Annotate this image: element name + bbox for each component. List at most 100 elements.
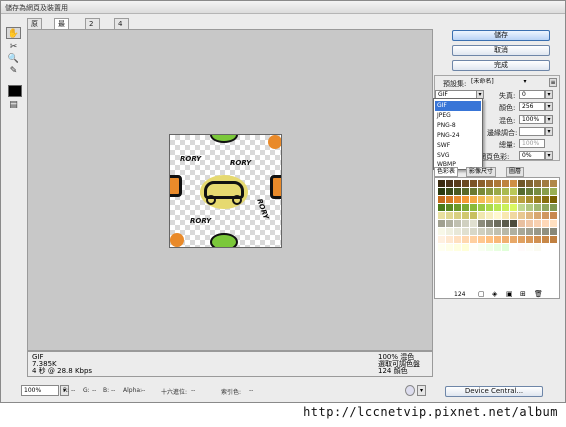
color-table-swatch[interactable] (510, 244, 517, 251)
new-color-icon[interactable]: ⊞ (520, 290, 526, 298)
color-table-swatch[interactable] (438, 220, 445, 227)
color-table-swatch[interactable] (446, 196, 453, 203)
color-table-swatch[interactable] (518, 228, 525, 235)
color-table-swatch[interactable] (486, 228, 493, 235)
color-table-swatch[interactable] (454, 220, 461, 227)
color-table-swatch[interactable] (494, 220, 501, 227)
color-table-swatch[interactable] (494, 188, 501, 195)
color-table-swatch[interactable] (494, 212, 501, 219)
color-table-swatch[interactable] (478, 228, 485, 235)
color-table-swatch[interactable] (470, 180, 477, 187)
color-table-swatch[interactable] (542, 228, 549, 235)
color-table-swatch[interactable] (526, 244, 533, 251)
save-button[interactable]: 儲存 (452, 30, 550, 41)
color-table-swatch[interactable] (550, 204, 557, 211)
color-table-swatch[interactable] (478, 180, 485, 187)
color-table-swatch[interactable] (454, 228, 461, 235)
color-table-swatch[interactable] (462, 180, 469, 187)
color-table-swatch[interactable] (470, 196, 477, 203)
color-table-swatch[interactable] (518, 180, 525, 187)
color-table-swatch[interactable] (526, 236, 533, 243)
color-table-swatch[interactable] (550, 196, 557, 203)
color-table-swatch[interactable] (462, 220, 469, 227)
color-table-grid[interactable] (438, 180, 557, 251)
color-table-swatch[interactable] (534, 204, 541, 211)
color-table-swatch[interactable] (478, 188, 485, 195)
eyedropper-color-swatch[interactable] (8, 85, 22, 97)
web-snap-stepper-icon[interactable]: ▾ (545, 151, 553, 160)
color-table-swatch[interactable] (518, 204, 525, 211)
dither-field[interactable]: 100% (519, 115, 545, 124)
color-table-swatch[interactable] (454, 244, 461, 251)
color-table-swatch[interactable] (438, 228, 445, 235)
color-table-swatch[interactable] (542, 196, 549, 203)
tab-2-up[interactable]: 2 欄式 (85, 18, 100, 48)
color-table-swatch[interactable] (534, 220, 541, 227)
settings-menu-icon[interactable]: ≡ (549, 78, 557, 87)
color-table-swatch[interactable] (486, 220, 493, 227)
color-table-swatch[interactable] (470, 244, 477, 251)
color-table-swatch[interactable] (534, 180, 541, 187)
preset-dropdown-icon[interactable]: ▾ (521, 78, 529, 87)
color-table-swatch[interactable] (550, 180, 557, 187)
color-table-swatch[interactable] (438, 236, 445, 243)
color-table-swatch[interactable] (494, 236, 501, 243)
color-table-swatch[interactable] (486, 196, 493, 203)
color-table-swatch[interactable] (502, 220, 509, 227)
tab-color-table[interactable]: 色彩表 (434, 167, 459, 177)
delete-color-icon[interactable]: 🗑 (534, 290, 543, 298)
slice-select-tool-icon[interactable]: ✂ (6, 41, 21, 53)
color-table-swatch[interactable] (510, 228, 517, 235)
color-table-swatch[interactable] (494, 244, 501, 251)
color-table-swatch[interactable] (542, 220, 549, 227)
dither-stepper-icon[interactable]: ▾ (545, 115, 553, 124)
color-table-swatch[interactable] (534, 196, 541, 203)
format-option-swf[interactable]: SWF (435, 141, 481, 151)
color-table-swatch[interactable] (518, 236, 525, 243)
color-table-swatch[interactable] (502, 236, 509, 243)
color-table-swatch[interactable] (454, 236, 461, 243)
color-table-swatch[interactable] (526, 196, 533, 203)
color-table-swatch[interactable] (534, 236, 541, 243)
color-table-swatch[interactable] (534, 244, 541, 251)
color-table-swatch[interactable] (510, 220, 517, 227)
color-table-swatch[interactable] (526, 204, 533, 211)
matte-select[interactable] (519, 127, 545, 136)
color-table-swatch[interactable] (470, 220, 477, 227)
color-table-swatch[interactable] (502, 228, 509, 235)
color-table-swatch[interactable] (470, 188, 477, 195)
color-table-swatch[interactable] (462, 228, 469, 235)
color-table-swatch[interactable] (462, 244, 469, 251)
color-table-swatch[interactable] (542, 236, 549, 243)
color-table-swatch[interactable] (454, 188, 461, 195)
color-table-swatch[interactable] (494, 180, 501, 187)
zoom-tool-icon[interactable]: 🔍 (6, 53, 21, 65)
color-table-swatch[interactable] (526, 188, 533, 195)
color-table-swatch[interactable] (438, 180, 445, 187)
color-table-swatch[interactable] (478, 220, 485, 227)
color-table-swatch[interactable] (470, 204, 477, 211)
color-table-swatch[interactable] (510, 204, 517, 211)
color-table-swatch[interactable] (534, 188, 541, 195)
colors-dropdown-icon[interactable]: ▾ (545, 102, 553, 111)
color-table-swatch[interactable] (502, 196, 509, 203)
color-table-swatch[interactable] (470, 228, 477, 235)
cancel-button[interactable]: 取消 (452, 45, 550, 56)
color-table-swatch[interactable] (534, 212, 541, 219)
color-table-swatch[interactable] (510, 188, 517, 195)
tab-layers[interactable]: 圖層 (506, 167, 525, 177)
format-option-jpeg[interactable]: JPEG (435, 111, 481, 121)
color-table-swatch[interactable] (454, 204, 461, 211)
format-option-png24[interactable]: PNG-24 (435, 131, 481, 141)
color-table-swatch[interactable] (478, 236, 485, 243)
color-table-swatch[interactable] (526, 220, 533, 227)
color-table-swatch[interactable] (454, 212, 461, 219)
zoom-level-field[interactable]: 100% (21, 385, 59, 396)
tab-4-up[interactable]: 4 欄式 (114, 18, 129, 48)
color-table-swatch[interactable] (486, 180, 493, 187)
color-table-swatch[interactable] (486, 244, 493, 251)
color-table-swatch[interactable] (542, 180, 549, 187)
browser-preview-icon[interactable] (405, 385, 415, 396)
color-table-swatch[interactable] (462, 188, 469, 195)
color-table-swatch[interactable] (446, 236, 453, 243)
